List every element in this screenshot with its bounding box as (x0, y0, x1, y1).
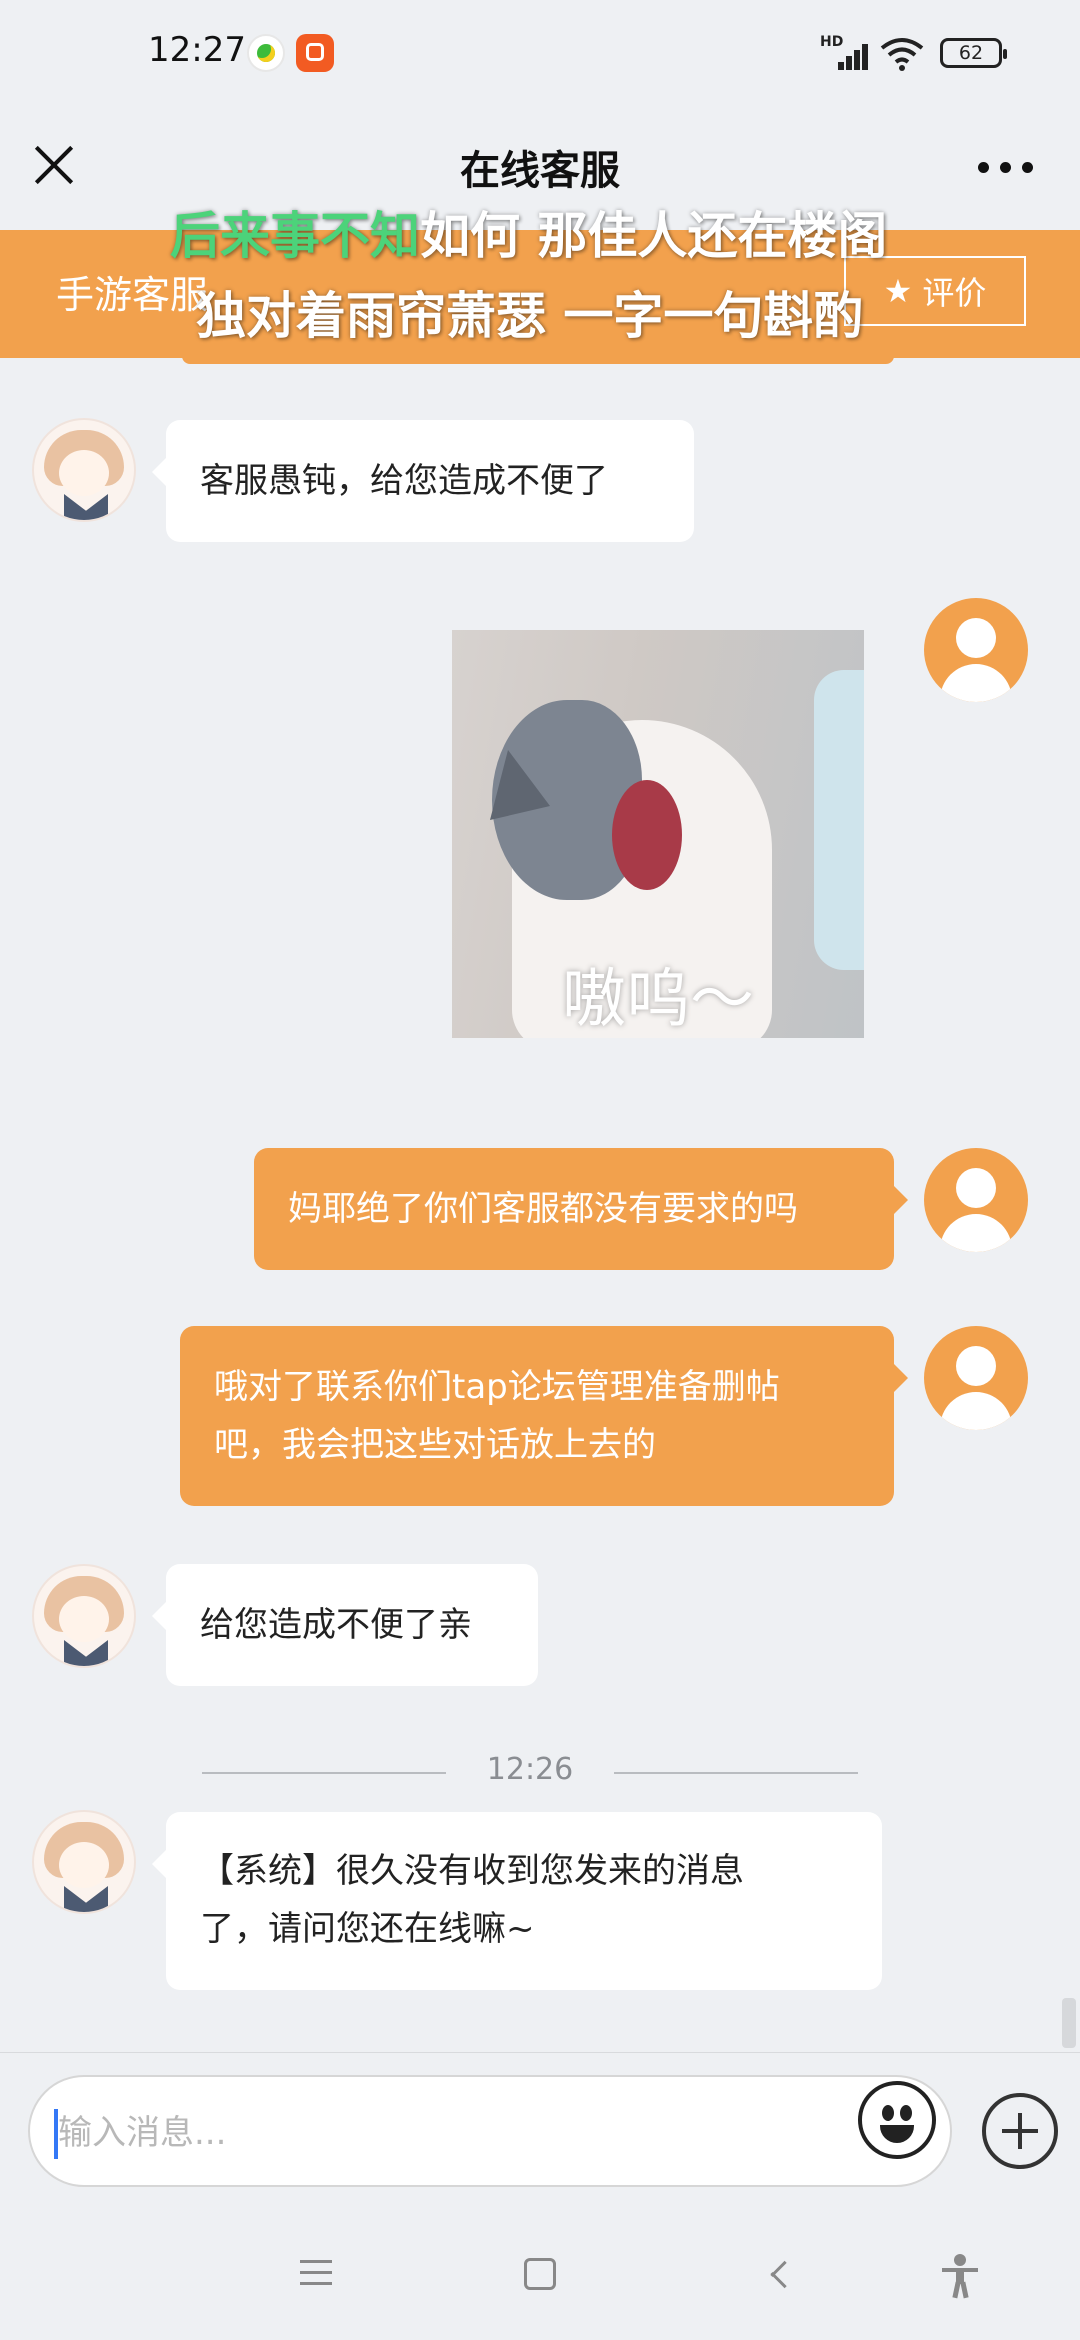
user-avatar[interactable] (924, 1148, 1028, 1252)
lyric-highlight: 后来事不知 (170, 207, 420, 265)
message-text-line-1: 哦对了联系你们tap论坛管理准备删帖 (214, 1367, 780, 1407)
message-text: 给您造成不便了亲 (200, 1605, 472, 1645)
time-divider: 12:26 (202, 1752, 858, 1792)
video-app-icon (296, 34, 334, 72)
status-time: 12:27 (148, 30, 246, 70)
lyric-line-1: 后来事不知如何 那佳人还在楼阁 (170, 196, 887, 268)
accessibility-icon[interactable] (940, 2254, 980, 2299)
music-app-icon (247, 34, 285, 72)
sticker-image[interactable]: 嗷呜～ (452, 630, 864, 1038)
emoji-icon[interactable] (858, 2081, 936, 2159)
message-text-line-2: 吧，我会把这些对话放上去的 (214, 1425, 656, 1465)
home-icon[interactable] (524, 2258, 556, 2290)
agent-avatar[interactable] (32, 418, 136, 522)
message-text: 客服愚钝，给您造成不便了 (200, 461, 608, 501)
previous-bubble-edge (182, 356, 894, 364)
menu-icon[interactable] (300, 2260, 332, 2286)
user-message-bubble: 妈耶绝了你们客服都没有要求的吗 (254, 1148, 908, 1270)
message-input-box[interactable] (28, 2075, 952, 2187)
signal-icon (824, 38, 868, 70)
status-bar: 12:27 HD 62 (0, 0, 1080, 110)
sticker-caption: 嗷呜～ (562, 963, 754, 1037)
message-text: 妈耶绝了你们客服都没有要求的吗 (288, 1189, 798, 1229)
user-avatar[interactable] (924, 598, 1028, 702)
message-text-line-1: 【系统】很久没有收到您发来的消息 (200, 1851, 744, 1891)
lyric-rest: 如何 那佳人还在楼阁 (420, 207, 888, 265)
star-icon: ★ (883, 272, 913, 310)
agent-message-bubble: 客服愚钝，给您造成不便了 (152, 420, 694, 542)
message-input[interactable] (58, 2103, 858, 2163)
agent-avatar[interactable] (32, 1564, 136, 1668)
input-bar (0, 2052, 1080, 2210)
divider-time: 12:26 (486, 1752, 574, 1787)
plus-icon[interactable] (982, 2093, 1058, 2169)
back-icon[interactable] (762, 2256, 784, 2292)
wifi-icon (880, 38, 924, 71)
system-message-bubble: 【系统】很久没有收到您发来的消息 了，请问您还在线嘛~ (152, 1812, 882, 1990)
rate-label: 评价 (922, 274, 987, 312)
agent-avatar[interactable] (32, 1810, 136, 1914)
user-avatar[interactable] (924, 1326, 1028, 1430)
battery-icon: 62 (940, 38, 1007, 68)
system-nav-bar (0, 2210, 1080, 2340)
agent-message-bubble: 给您造成不便了亲 (152, 1564, 538, 1686)
lyric-line-2: 独对着雨帘萧瑟 一字一句斟酌 (196, 287, 864, 345)
message-text-line-2: 了，请问您还在线嘛~ (200, 1909, 535, 1949)
page-title: 在线客服 (460, 148, 620, 194)
scrollbar-thumb[interactable] (1062, 1998, 1076, 2048)
more-icon[interactable] (978, 162, 1034, 174)
banner-label: 手游客服 (56, 273, 209, 317)
user-message-bubble: 哦对了联系你们tap论坛管理准备删帖 吧，我会把这些对话放上去的 (180, 1326, 908, 1506)
